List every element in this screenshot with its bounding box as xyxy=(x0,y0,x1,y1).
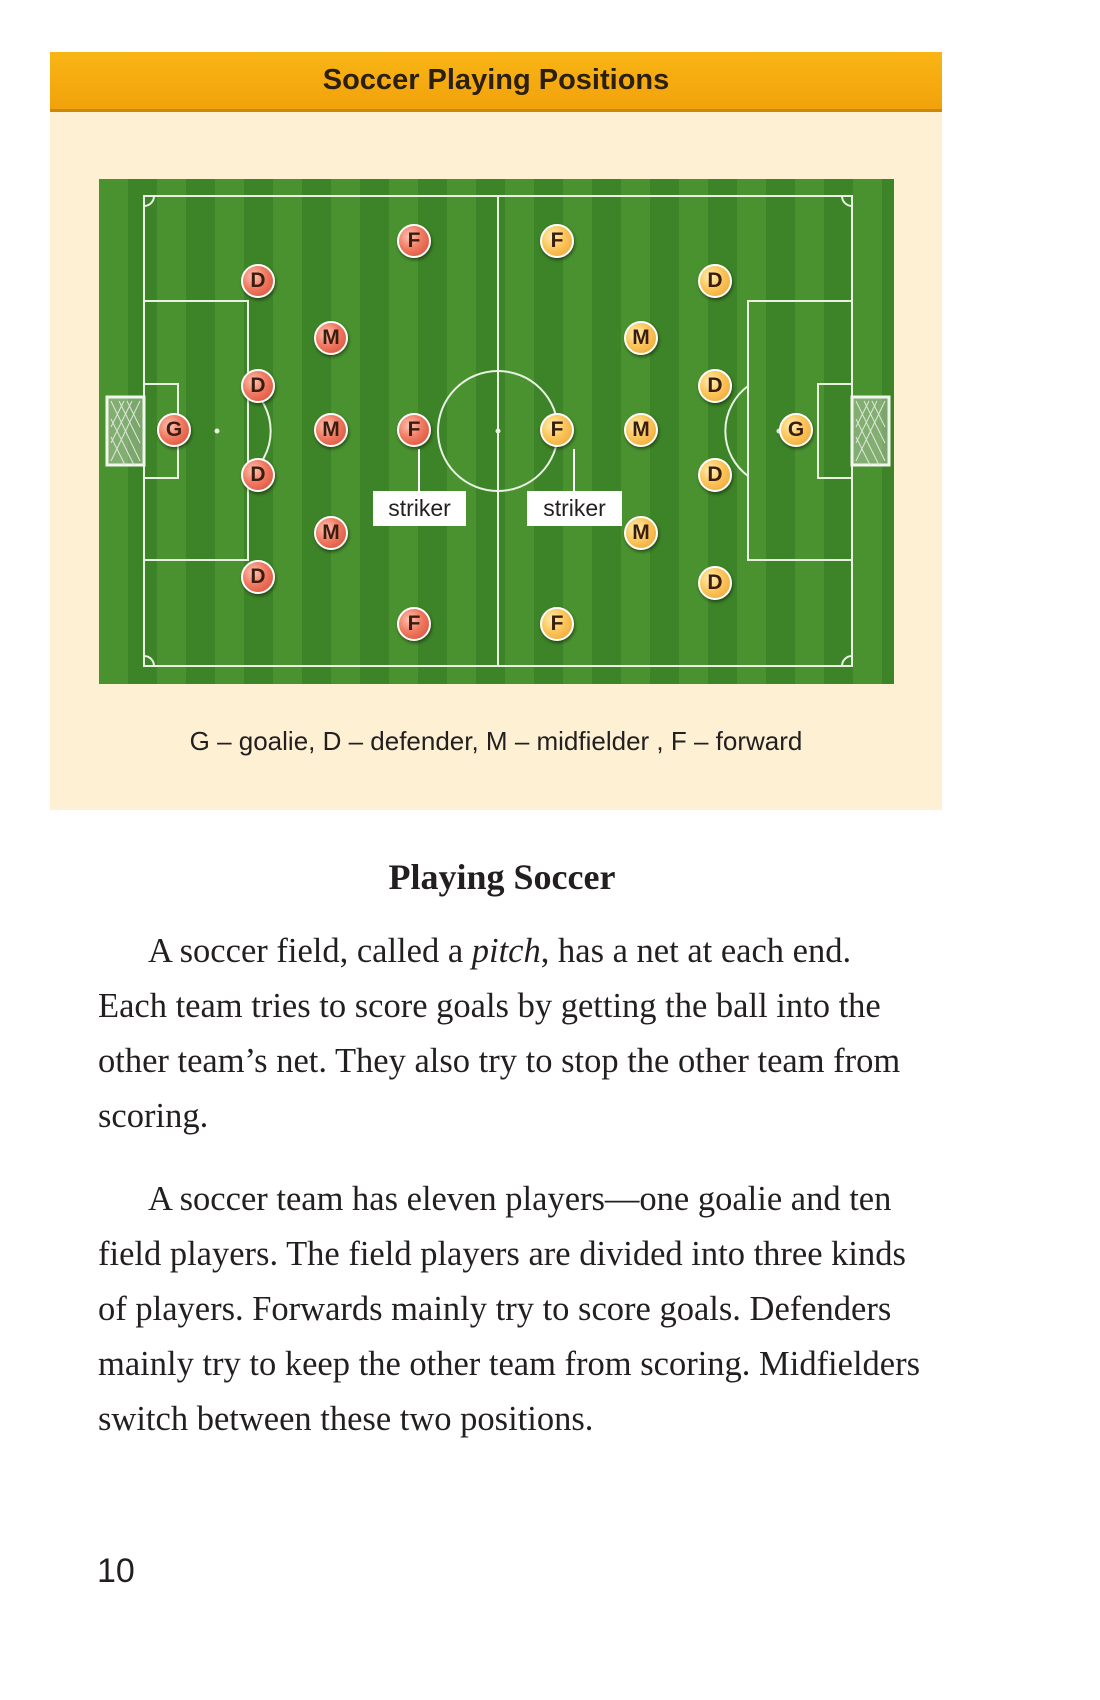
red-goalie-token: G xyxy=(157,413,191,447)
center-spot xyxy=(495,428,501,434)
striker-label-left: striker xyxy=(373,491,466,526)
red-defender-token: D xyxy=(241,369,275,403)
pitch-markings xyxy=(105,195,891,667)
orange-midfielder-token: M xyxy=(624,516,658,550)
red-midfielder-token: M xyxy=(314,516,348,550)
red-defender-token: D xyxy=(241,458,275,492)
sidebar-panel: Soccer Playing Positions G D D D D M M M… xyxy=(50,52,942,810)
red-defender-token: D xyxy=(241,560,275,594)
right-goal-net xyxy=(850,395,891,467)
section-title: Playing Soccer xyxy=(388,857,616,897)
red-midfielder-token: M xyxy=(314,321,348,355)
sidebar-title: Soccer Playing Positions xyxy=(50,52,942,112)
orange-forward-token: F xyxy=(540,607,574,641)
orange-defender-token: D xyxy=(698,458,732,492)
red-forward-token: F xyxy=(397,607,431,641)
soccer-pitch-diagram: G D D D D M M M F F F G D D D D M M M F F F striker striker xyxy=(99,179,894,684)
right-goal-box xyxy=(817,383,853,479)
paragraph-2-text: A soccer team has eleven players—one goa… xyxy=(98,1180,921,1438)
corner-arc xyxy=(841,195,853,207)
orange-midfielder-token: M xyxy=(624,321,658,355)
orange-forward-token: F xyxy=(540,224,574,258)
paragraph-1: A soccer field, called a pitch, has a ne… xyxy=(98,924,928,1144)
orange-defender-token: D xyxy=(698,369,732,403)
left-goal-net xyxy=(105,395,146,467)
paragraph-2: A soccer team has eleven players—one goa… xyxy=(98,1172,928,1447)
orange-goalie-token: G xyxy=(779,413,813,447)
orange-defender-token: D xyxy=(698,566,732,600)
red-midfielder-token: M xyxy=(314,413,348,447)
page-number: 10 xyxy=(97,1552,135,1590)
position-legend: G – goalie, D – defender, M – midfielder… xyxy=(189,726,803,756)
red-forward-token: F xyxy=(397,224,431,258)
paragraph-1-text-start: A soccer field, called a xyxy=(148,932,472,970)
orange-midfielder-token: M xyxy=(624,413,658,447)
corner-arc xyxy=(841,655,853,667)
corner-arc xyxy=(143,655,155,667)
right-penalty-arc xyxy=(724,385,749,477)
red-defender-token: D xyxy=(241,264,275,298)
left-penalty-spot xyxy=(214,428,220,434)
striker-label-right: striker xyxy=(527,491,622,526)
orange-defender-token: D xyxy=(698,264,732,298)
corner-arc xyxy=(143,195,155,207)
orange-forward-token: F xyxy=(540,413,574,447)
paragraph-1-italic-term: pitch xyxy=(471,932,541,970)
red-forward-token: F xyxy=(397,413,431,447)
